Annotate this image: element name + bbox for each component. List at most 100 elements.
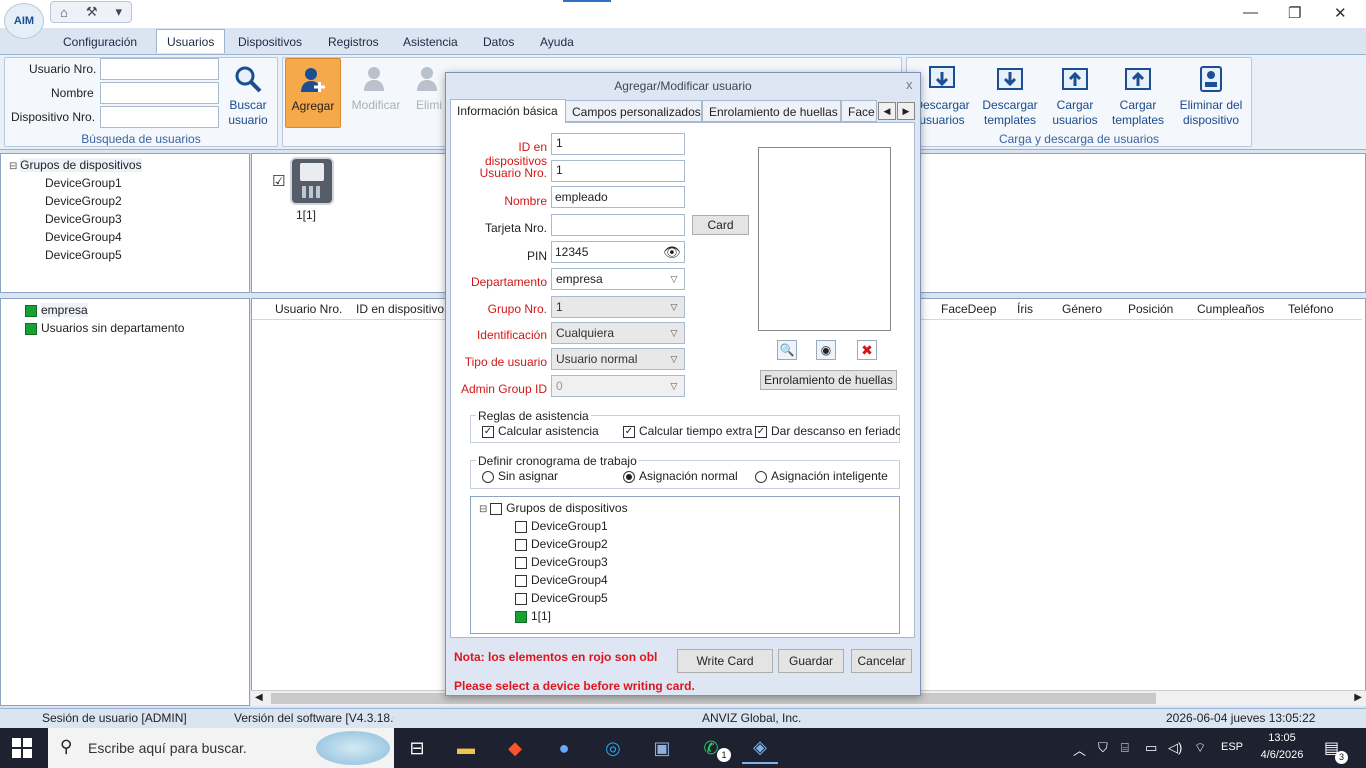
menu-configuracion[interactable]: Configuración bbox=[63, 30, 137, 54]
department-unassigned[interactable]: Usuarios sin departamento bbox=[13, 319, 184, 337]
minimize-button[interactable]: — bbox=[1243, 4, 1258, 21]
menu-asistencia[interactable]: Asistencia bbox=[403, 30, 458, 54]
col-device-id[interactable]: ID en dispositivo bbox=[356, 299, 444, 320]
card-no-input[interactable] bbox=[551, 214, 685, 236]
save-button[interactable]: Guardar bbox=[778, 649, 844, 673]
tools-icon[interactable]: ⚒ bbox=[86, 4, 98, 20]
taskbar-date[interactable]: 4/6/2026 bbox=[1252, 749, 1312, 761]
battery-icon[interactable]: ▭ bbox=[1145, 740, 1157, 756]
device-group-5[interactable]: DeviceGroup5 bbox=[9, 246, 142, 264]
menu-datos[interactable]: Datos bbox=[483, 30, 514, 54]
wifi-icon[interactable]: ⌔ bbox=[1194, 740, 1206, 756]
holiday-rest-checkbox[interactable]: ✓ Dar descanso en feriados bbox=[755, 424, 900, 438]
menu-registros[interactable]: Registros bbox=[328, 30, 379, 54]
fingerprint-enroll-button[interactable]: Enrolamiento de huellas bbox=[760, 370, 897, 390]
file-explorer-icon[interactable]: ▬ bbox=[448, 732, 484, 764]
dialog-tree-group-1[interactable]: DeviceGroup1 bbox=[479, 517, 628, 535]
calc-attendance-checkbox[interactable]: ✓ Calcular asistencia bbox=[482, 424, 599, 438]
device-group-4[interactable]: DeviceGroup4 bbox=[9, 228, 142, 246]
close-window-button[interactable]: ✕ bbox=[1334, 4, 1347, 22]
department-empresa[interactable]: empresa bbox=[13, 301, 184, 319]
upload-users-button[interactable]: Cargar usuarios bbox=[1048, 58, 1102, 130]
delete-user-button[interactable]: Elimi bbox=[412, 58, 446, 128]
brave-browser-icon[interactable]: ◆ bbox=[497, 732, 533, 764]
dialog-user-no-input[interactable]: 1 bbox=[551, 160, 685, 182]
dialog-tree-group-3[interactable]: DeviceGroup3 bbox=[479, 553, 628, 571]
taskbar-time[interactable]: 13:05 bbox=[1257, 732, 1307, 744]
write-card-button[interactable]: Write Card bbox=[677, 649, 773, 673]
dialog-tree-root[interactable]: ⊟ Grupos de dispositivos bbox=[479, 499, 628, 517]
dialog-tree-group-4[interactable]: DeviceGroup4 bbox=[479, 571, 628, 589]
dialog-tree-group-5[interactable]: DeviceGroup5 bbox=[479, 589, 628, 607]
security-tray-icon[interactable]: ⛉ bbox=[1098, 740, 1108, 756]
dialog-tree-group-2[interactable]: DeviceGroup2 bbox=[479, 535, 628, 553]
show-hidden-icons-icon[interactable]: ︿ bbox=[1073, 740, 1086, 759]
tab-scroll-left-icon[interactable]: ◀ bbox=[878, 102, 896, 120]
show-pin-eye-icon[interactable]: 👁 bbox=[663, 244, 681, 261]
search-device-no-input[interactable] bbox=[100, 106, 219, 128]
department-select[interactable]: empresa ▽ bbox=[551, 268, 685, 290]
col-phone[interactable]: Teléfono bbox=[1288, 299, 1333, 320]
device-id-input[interactable]: 1 bbox=[551, 133, 685, 155]
col-gender[interactable]: Género bbox=[1062, 299, 1102, 320]
device-group-1[interactable]: DeviceGroup1 bbox=[9, 174, 142, 192]
col-birthday[interactable]: Cumpleaños bbox=[1197, 299, 1264, 320]
download-users-button[interactable]: Descargar usuarios bbox=[912, 58, 972, 130]
browse-photo-icon[interactable]: 🔍 bbox=[777, 340, 797, 360]
app-logo[interactable]: AIM bbox=[4, 3, 44, 39]
cancel-button[interactable]: Cancelar bbox=[851, 649, 912, 673]
network-tray-icon[interactable]: ⌸ bbox=[1121, 740, 1129, 756]
delete-from-device-button[interactable]: Eliminar del dispositivo bbox=[1174, 58, 1248, 130]
volume-icon[interactable]: ◁) bbox=[1168, 740, 1182, 756]
col-position[interactable]: Posición bbox=[1128, 299, 1173, 320]
card-button[interactable]: Card bbox=[692, 215, 749, 235]
schedule-normal-radio[interactable]: Asignación normal bbox=[623, 469, 738, 483]
search-name-input[interactable] bbox=[100, 82, 219, 104]
device-groups-root[interactable]: ⊟ Grupos de dispositivos bbox=[9, 156, 142, 174]
user-type-select[interactable]: Usuario normal ▽ bbox=[551, 348, 685, 370]
col-facedeep[interactable]: FaceDeep bbox=[941, 299, 996, 320]
device-group-2[interactable]: DeviceGroup2 bbox=[9, 192, 142, 210]
schedule-none-radio[interactable]: Sin asignar bbox=[482, 469, 558, 483]
add-user-button[interactable]: Agregar bbox=[285, 58, 341, 128]
camera-icon[interactable]: ◉ bbox=[816, 340, 836, 360]
upload-templates-button[interactable]: Cargar templates bbox=[1108, 58, 1168, 130]
schedule-smart-radio[interactable]: Asignación inteligente bbox=[755, 469, 888, 483]
col-user-no[interactable]: Usuario Nro. bbox=[275, 299, 342, 320]
admin-group-select[interactable]: 0 ▽ bbox=[551, 375, 685, 397]
tab-custom-fields[interactable]: Campos personalizados bbox=[565, 100, 702, 122]
search-user-button[interactable]: Buscar usuario bbox=[224, 58, 272, 130]
menu-dispositivos[interactable]: Dispositivos bbox=[238, 30, 302, 54]
dropdown-icon[interactable]: ▾ bbox=[115, 4, 122, 20]
modify-user-button[interactable]: Modificar bbox=[346, 58, 406, 128]
task-view-icon[interactable]: ⊟ bbox=[399, 732, 435, 764]
language-indicator[interactable]: ESP bbox=[1221, 741, 1243, 753]
device-checkbox[interactable]: ☑ bbox=[272, 172, 285, 190]
menu-ayuda[interactable]: Ayuda bbox=[540, 30, 574, 54]
tab-fingerprint-enroll[interactable]: Enrolamiento de huellas bbox=[702, 100, 841, 122]
delete-photo-icon[interactable]: ✖ bbox=[857, 340, 877, 360]
menu-usuarios[interactable]: Usuarios bbox=[156, 29, 226, 53]
taskbar-search-box[interactable]: ⚲ Escribe aquí para buscar. bbox=[48, 728, 394, 768]
scroll-left-icon[interactable]: ◀ bbox=[255, 692, 263, 703]
identification-select[interactable]: Cualquiera ▽ bbox=[551, 322, 685, 344]
device-terminal-icon[interactable] bbox=[290, 157, 334, 205]
dialog-tree-device[interactable]: 1[1] bbox=[479, 607, 628, 625]
group-no-select[interactable]: 1 ▽ bbox=[551, 296, 685, 318]
dialog-name-input[interactable]: empleado bbox=[551, 186, 685, 208]
windows-start-icon[interactable] bbox=[12, 738, 32, 758]
scroll-right-icon[interactable]: ▶ bbox=[1354, 692, 1362, 703]
download-templates-button[interactable]: Descargar templates bbox=[978, 58, 1042, 130]
calc-overtime-checkbox[interactable]: ✓ Calcular tiempo extra bbox=[623, 424, 752, 438]
dialog-close-button[interactable]: x bbox=[906, 77, 913, 92]
home-icon[interactable]: ⌂ bbox=[60, 5, 68, 20]
device-group-3[interactable]: DeviceGroup3 bbox=[9, 210, 142, 228]
sync-app-icon[interactable]: ◎ bbox=[595, 732, 631, 764]
tab-basic-info[interactable]: Información básica bbox=[450, 99, 566, 123]
search-user-no-input[interactable] bbox=[100, 58, 219, 80]
tab-scroll-right-icon[interactable]: ▶ bbox=[897, 102, 915, 120]
app-circle-icon[interactable]: ● bbox=[546, 732, 582, 764]
col-iris[interactable]: Íris bbox=[1017, 299, 1033, 320]
anviz-app-icon[interactable]: ◈ bbox=[742, 732, 778, 764]
network-app-icon[interactable]: ▣ bbox=[644, 732, 680, 764]
